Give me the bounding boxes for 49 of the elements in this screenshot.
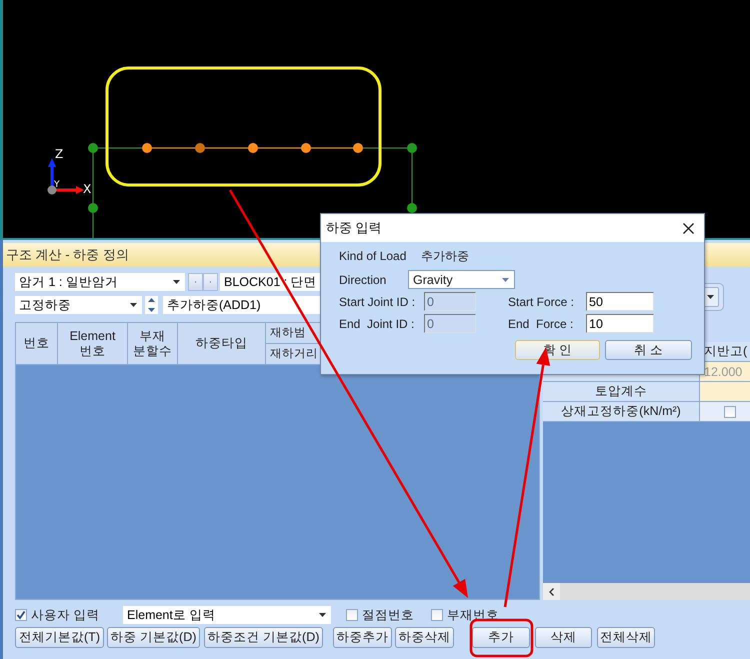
column-header: 부재 분할수	[128, 323, 178, 365]
input-field[interactable]: 10	[586, 314, 654, 333]
button[interactable]: 전체기본값(T)	[15, 627, 104, 648]
field-value: 추가하중	[421, 248, 469, 264]
button[interactable]: 하중삭제	[395, 627, 454, 648]
dialog-title: 하중 입력	[326, 219, 382, 237]
field-label: Direction	[339, 272, 388, 286]
axis-label: Z	[55, 147, 64, 161]
checkbox[interactable]	[15, 609, 27, 621]
button[interactable]: 하중조건 기본값(D)	[204, 627, 323, 648]
button[interactable]: 추가	[472, 627, 530, 648]
column-header: 하중타입	[178, 323, 266, 365]
field-label: Start Joint ID :	[339, 294, 416, 308]
button[interactable]: 삭제	[535, 627, 592, 648]
button[interactable]: 하중 기본값(D)	[107, 627, 200, 648]
checkbox-label: 사용자 입력	[31, 606, 100, 624]
caret-icon	[173, 280, 180, 284]
column-header: Element 번호	[58, 323, 128, 365]
field-label: Start Force :	[508, 294, 576, 308]
input-field[interactable]: 50	[586, 292, 654, 311]
close-icon[interactable]	[683, 222, 694, 234]
next-button[interactable]	[203, 273, 218, 291]
caret-icon	[706, 295, 714, 299]
coordinate-axes-drawing	[48, 158, 84, 194]
axis-label: Y	[54, 180, 60, 190]
row-header: 토압계수	[543, 382, 700, 402]
previous-button[interactable]	[188, 273, 203, 291]
checkbox[interactable]	[431, 609, 443, 621]
dropdown[interactable]: Gravity	[408, 270, 515, 289]
button[interactable]: 취 소	[605, 340, 692, 360]
row-header: 상재고정하중(kN/m²)	[543, 402, 700, 422]
dropdown[interactable]: 고정하중	[15, 296, 142, 314]
axis-label: X	[83, 182, 92, 196]
spinner-arrows-icon[interactable]	[148, 298, 155, 312]
field-label: Kind of Load	[339, 249, 408, 263]
checkbox-label: 절점번호	[362, 606, 414, 624]
column-header: 번호	[16, 323, 58, 365]
checkbox[interactable]	[724, 406, 736, 418]
button[interactable]: 전체삭제	[597, 627, 655, 648]
dropdown[interactable]: 암거 1 : 일반암거	[15, 273, 185, 291]
table-cell: 12.000	[700, 362, 750, 382]
caret-icon	[502, 278, 509, 282]
dropdown[interactable]: Element로 입력	[123, 606, 331, 624]
caret-icon	[319, 613, 326, 617]
caret-icon	[130, 303, 137, 307]
horizontal-scrollbar[interactable]	[543, 583, 750, 600]
scroll-left-icon[interactable]	[549, 588, 554, 596]
checkbox[interactable]	[346, 609, 358, 621]
button[interactable]: 하중추가	[333, 627, 392, 648]
